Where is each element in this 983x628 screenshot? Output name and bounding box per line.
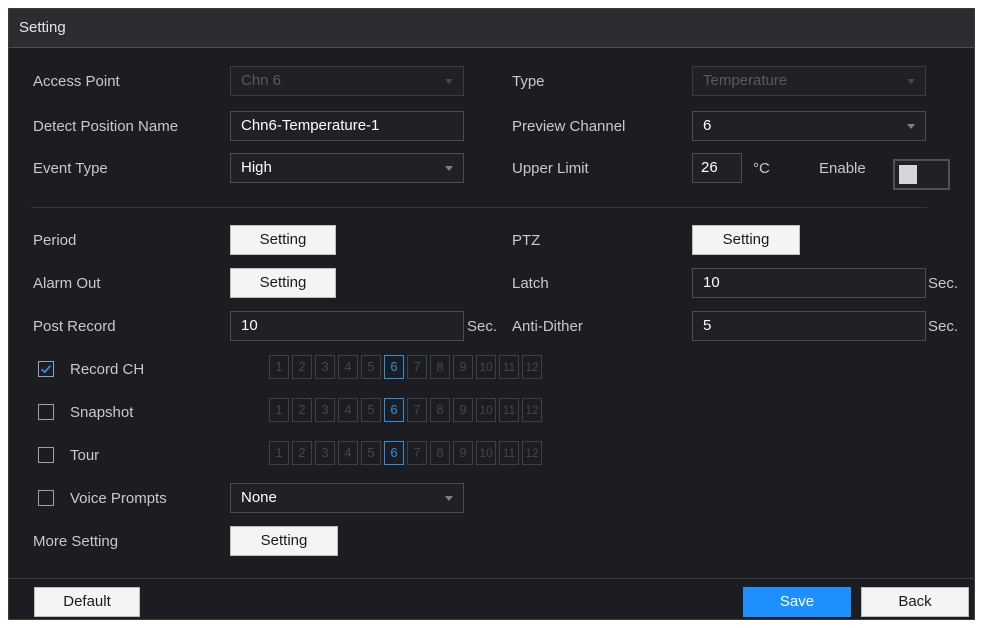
channel-chip-10[interactable]: 10 — [476, 355, 496, 379]
channel-chip-7[interactable]: 7 — [407, 441, 427, 465]
event-type-select[interactable]: High — [230, 153, 464, 183]
setting-dialog: Setting Access Point Chn 6 Type Temperat… — [8, 8, 975, 620]
voice-prompts-label: Voice Prompts — [70, 490, 167, 507]
channel-chip-6[interactable]: 6 — [384, 398, 404, 422]
chevron-down-icon — [907, 79, 915, 84]
post-record-unit: Sec. — [467, 318, 498, 335]
type-select: Temperature — [692, 66, 926, 96]
channel-chip-1[interactable]: 1 — [269, 398, 289, 422]
more-setting-label: More Setting — [33, 533, 119, 550]
chevron-down-icon — [445, 79, 453, 84]
ptz-label: PTZ — [512, 232, 541, 249]
period-label: Period — [33, 232, 77, 249]
latch-label: Latch — [512, 275, 549, 292]
detect-position-name-input[interactable]: Chn6-Temperature-1 — [230, 111, 464, 141]
channel-chip-1[interactable]: 1 — [269, 355, 289, 379]
voice-prompts-select[interactable]: None — [230, 483, 464, 513]
channel-chip-3[interactable]: 3 — [315, 355, 335, 379]
post-record-label: Post Record — [33, 318, 116, 335]
channel-chip-1[interactable]: 1 — [269, 441, 289, 465]
enable-label: Enable — [819, 160, 866, 177]
channel-chip-10[interactable]: 10 — [476, 441, 496, 465]
record-ch-checkbox[interactable] — [38, 361, 54, 377]
anti-dither-label: Anti-Dither — [512, 318, 583, 335]
channel-chip-5[interactable]: 5 — [361, 441, 381, 465]
channel-chip-5[interactable]: 5 — [361, 398, 381, 422]
type-label: Type — [512, 73, 545, 90]
snapshot-checkbox[interactable] — [38, 404, 54, 420]
channel-chip-8[interactable]: 8 — [430, 441, 450, 465]
dialog-title: Setting — [19, 19, 66, 36]
celsius-unit: °C — [753, 160, 770, 177]
section-divider — [31, 207, 927, 208]
title-bar: Setting — [9, 9, 974, 48]
detect-position-name-label: Detect Position Name — [33, 118, 179, 135]
channel-chip-3[interactable]: 3 — [315, 441, 335, 465]
chevron-down-icon — [445, 496, 453, 501]
access-point-select: Chn 6 — [230, 66, 464, 96]
post-record-input[interactable]: 10 — [230, 311, 464, 341]
channel-chip-12[interactable]: 12 — [522, 441, 542, 465]
check-icon — [40, 365, 52, 374]
channel-chip-2[interactable]: 2 — [292, 355, 312, 379]
channel-chip-4[interactable]: 4 — [338, 355, 358, 379]
channel-chip-2[interactable]: 2 — [292, 441, 312, 465]
upper-limit-label: Upper Limit — [512, 160, 589, 177]
tour-channel-list: 1 2 3 4 5 6 7 8 9 10 11 12 — [269, 441, 542, 467]
record-ch-label: Record CH — [70, 361, 145, 378]
chevron-down-icon — [445, 166, 453, 171]
channel-chip-5[interactable]: 5 — [361, 355, 381, 379]
ptz-setting-button[interactable]: Setting — [692, 225, 800, 255]
save-button[interactable]: Save — [743, 587, 851, 617]
latch-unit: Sec. — [928, 275, 959, 292]
footer-bar: Default Save Back — [9, 578, 974, 619]
anti-dither-input[interactable]: 5 — [692, 311, 926, 341]
channel-chip-8[interactable]: 8 — [430, 355, 450, 379]
enable-toggle[interactable] — [893, 159, 950, 190]
channel-chip-3[interactable]: 3 — [315, 398, 335, 422]
alarm-out-setting-button[interactable]: Setting — [230, 268, 336, 298]
channel-chip-11[interactable]: 11 — [499, 355, 519, 379]
latch-input[interactable]: 10 — [692, 268, 926, 298]
channel-chip-12[interactable]: 12 — [522, 398, 542, 422]
channel-chip-9[interactable]: 9 — [453, 398, 473, 422]
channel-chip-6[interactable]: 6 — [384, 355, 404, 379]
access-point-label: Access Point — [33, 73, 120, 90]
voice-prompts-checkbox[interactable] — [38, 490, 54, 506]
channel-chip-8[interactable]: 8 — [430, 398, 450, 422]
channel-chip-2[interactable]: 2 — [292, 398, 312, 422]
channel-chip-11[interactable]: 11 — [499, 398, 519, 422]
preview-channel-select[interactable]: 6 — [692, 111, 926, 141]
snapshot-label: Snapshot — [70, 404, 134, 421]
toggle-knob — [899, 165, 917, 184]
chevron-down-icon — [907, 124, 915, 129]
record-ch-channel-list: 1 2 3 4 5 6 7 8 9 10 11 12 — [269, 355, 542, 381]
channel-chip-6[interactable]: 6 — [384, 441, 404, 465]
channel-chip-10[interactable]: 10 — [476, 398, 496, 422]
alarm-out-label: Alarm Out — [33, 275, 101, 292]
channel-chip-7[interactable]: 7 — [407, 398, 427, 422]
preview-channel-label: Preview Channel — [512, 118, 626, 135]
channel-chip-9[interactable]: 9 — [453, 441, 473, 465]
channel-chip-12[interactable]: 12 — [522, 355, 542, 379]
more-setting-button[interactable]: Setting — [230, 526, 338, 556]
channel-chip-7[interactable]: 7 — [407, 355, 427, 379]
default-button[interactable]: Default — [34, 587, 140, 617]
anti-dither-unit: Sec. — [928, 318, 959, 335]
channel-chip-11[interactable]: 11 — [499, 441, 519, 465]
snapshot-channel-list: 1 2 3 4 5 6 7 8 9 10 11 12 — [269, 398, 542, 424]
channel-chip-4[interactable]: 4 — [338, 398, 358, 422]
channel-chip-4[interactable]: 4 — [338, 441, 358, 465]
tour-checkbox[interactable] — [38, 447, 54, 463]
upper-limit-input[interactable]: 26 — [692, 153, 742, 183]
tour-label: Tour — [70, 447, 100, 464]
channel-chip-9[interactable]: 9 — [453, 355, 473, 379]
event-type-label: Event Type — [33, 160, 108, 177]
back-button[interactable]: Back — [861, 587, 969, 617]
period-setting-button[interactable]: Setting — [230, 225, 336, 255]
